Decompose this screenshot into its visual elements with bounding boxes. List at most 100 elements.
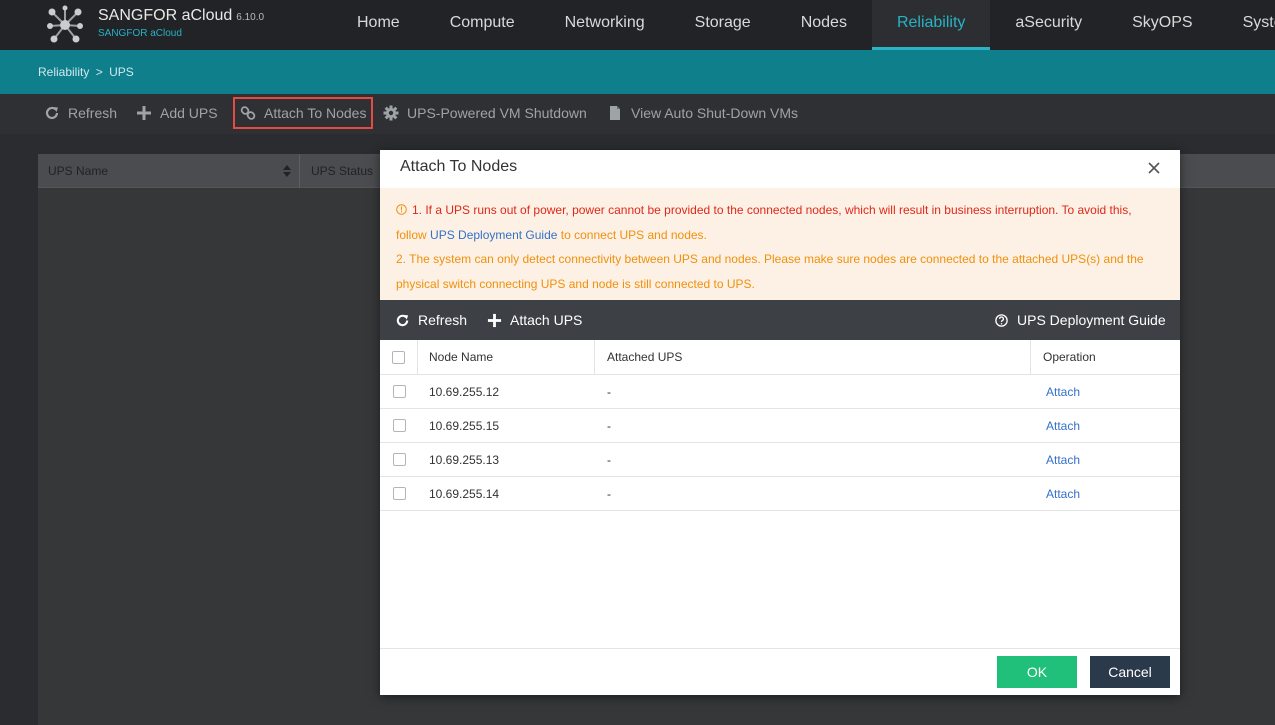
attach-link[interactable]: Attach (1046, 385, 1080, 399)
gear-icon (383, 105, 399, 121)
help-icon (995, 313, 1008, 327)
table-row: 10.69.255.15 - Attach (380, 409, 1180, 443)
table-header-row: Node Name Attached UPS Operation (380, 340, 1180, 375)
refresh-button[interactable]: Refresh (44, 97, 117, 129)
nav-storage[interactable]: Storage (670, 0, 776, 50)
molecule-network-icon[interactable] (42, 4, 88, 46)
dialog-refresh-label: Refresh (418, 312, 468, 328)
operation-cell: Attach (1032, 409, 1180, 442)
node-name-cell: 10.69.255.14 (429, 486, 500, 501)
close-icon[interactable] (1146, 160, 1162, 176)
sort-icon[interactable] (283, 165, 291, 177)
header-checkbox-cell (380, 340, 418, 374)
operation-cell: Attach (1032, 477, 1180, 510)
nav-networking[interactable]: Networking (540, 0, 670, 50)
row-checkbox[interactable] (392, 453, 406, 466)
breadcrumb-separator: > (95, 65, 103, 79)
row-checkbox-cell (380, 375, 418, 408)
node-name-cell: 10.69.255.15 (429, 418, 500, 433)
vm-shutdown-label: UPS-Powered VM Shutdown (407, 105, 587, 121)
header-node-name: Node Name (418, 340, 595, 374)
attach-to-nodes-button[interactable]: Attach To Nodes (233, 97, 374, 129)
deployment-guide-button[interactable]: UPS Deployment Guide (994, 300, 1166, 340)
plus-icon (487, 313, 502, 327)
brand-title: SANGFOR aCloud (98, 7, 233, 24)
attach-ups-button[interactable]: Attach UPS (487, 300, 582, 340)
attached-ups-cell: - (607, 486, 611, 501)
dialog-toolbar: Refresh Attach UPS UPS Deployment Guide (380, 300, 1180, 340)
nav-asecurity[interactable]: aSecurity (990, 0, 1107, 50)
dialog-title: Attach To Nodes (400, 158, 518, 175)
brand-subtitle: SANGFOR aCloud (98, 28, 182, 39)
view-auto-shutdown-button[interactable]: View Auto Shut-Down VMs (607, 97, 798, 129)
warning-line-1: 1. If a UPS runs out of power, power can… (396, 198, 1164, 247)
brand: SANGFOR aCloud 6.10.0 SANGFOR aCloud (98, 7, 264, 39)
operation-cell: Attach (1032, 443, 1180, 476)
breadcrumb-parent[interactable]: Reliability (38, 65, 89, 79)
row-checkbox-cell (380, 477, 418, 510)
row-checkbox[interactable] (392, 419, 406, 432)
breadcrumb-current: UPS (109, 65, 134, 79)
document-icon (610, 106, 620, 120)
row-checkbox[interactable] (392, 487, 406, 500)
col-ups-name[interactable]: UPS Name (38, 154, 300, 188)
attach-link[interactable]: Attach (1046, 453, 1080, 467)
operation-cell: Attach (1032, 375, 1180, 408)
warning-line-1-tail: to connect UPS and nodes. (560, 227, 707, 242)
plus-icon (137, 106, 151, 120)
main-nav: Home Compute Networking Storage Nodes Re… (332, 0, 1275, 50)
table-row: 10.69.255.13 - Attach (380, 443, 1180, 477)
refresh-icon (45, 106, 59, 120)
col-ups-status-label: UPS Status (311, 164, 374, 178)
warning-line-2: 2. The system can only detect connectivi… (396, 252, 1144, 291)
attached-ups-cell: - (607, 384, 611, 399)
breadcrumb: Reliability > UPS (38, 65, 134, 79)
row-checkbox[interactable] (392, 385, 406, 398)
attach-link[interactable]: Attach (1046, 487, 1080, 501)
vm-shutdown-button[interactable]: UPS-Powered VM Shutdown (383, 97, 587, 129)
breadcrumb-band: Reliability > UPS (0, 50, 1275, 94)
add-ups-button[interactable]: Add UPS (136, 97, 218, 129)
warning-box: 1. If a UPS runs out of power, power can… (380, 188, 1180, 300)
ok-button[interactable]: OK (997, 656, 1077, 688)
warning-follow-text: follow (396, 227, 427, 242)
nav-reliability[interactable]: Reliability (871, 0, 991, 50)
header-operation: Operation (1043, 350, 1096, 364)
attach-ups-label: Attach UPS (510, 312, 583, 328)
header-attached-ups: Attached UPS (596, 340, 1031, 374)
row-checkbox-cell (380, 443, 418, 476)
deployment-guide-label: UPS Deployment Guide (1017, 312, 1166, 328)
dialog-refresh-button[interactable]: Refresh (395, 300, 467, 340)
attach-to-nodes-dialog: Attach To Nodes 1. If a UPS runs out of … (380, 150, 1180, 695)
attached-ups-cell: - (607, 418, 611, 433)
select-all-checkbox[interactable] (392, 350, 405, 364)
top-bar: SANGFOR aCloud 6.10.0 SANGFOR aCloud Home… (0, 0, 1275, 50)
refresh-label: Refresh (68, 105, 118, 121)
node-name-cell: 10.69.255.12 (429, 384, 500, 399)
nodes-table: Node Name Attached UPS Operation 10.69.2… (380, 340, 1180, 511)
add-ups-label: Add UPS (160, 105, 218, 121)
table-row: 10.69.255.12 - Attach (380, 375, 1180, 409)
table-row: 10.69.255.14 - Attach (380, 477, 1180, 511)
nav-nodes[interactable]: Nodes (776, 0, 872, 50)
warning-icon (396, 204, 407, 215)
row-checkbox-cell (380, 409, 418, 442)
warning-line-1-text: 1. If a UPS runs out of power, power can… (412, 203, 1132, 217)
page-toolbar: Refresh Add UPS Attach To Nodes UPS-Powe… (0, 94, 1275, 134)
attach-to-nodes-label: Attach To Nodes (264, 105, 367, 121)
nav-compute[interactable]: Compute (425, 0, 540, 50)
link-icon (240, 106, 256, 120)
nav-home[interactable]: Home (332, 0, 425, 50)
nav-system[interactable]: System (1218, 0, 1275, 50)
view-auto-shutdown-label: View Auto Shut-Down VMs (631, 105, 799, 121)
dialog-footer: OK Cancel (380, 648, 1180, 695)
col-ups-name-label: UPS Name (48, 164, 109, 178)
refresh-icon (396, 314, 409, 326)
warning-guide-link[interactable]: UPS Deployment Guide (430, 228, 557, 242)
cancel-button[interactable]: Cancel (1090, 656, 1170, 688)
node-name-cell: 10.69.255.13 (429, 452, 500, 467)
nav-skyops[interactable]: SkyOPS (1107, 0, 1217, 50)
brand-version: 6.10.0 (236, 12, 265, 23)
attach-link[interactable]: Attach (1046, 419, 1080, 433)
attached-ups-cell: - (607, 452, 611, 467)
